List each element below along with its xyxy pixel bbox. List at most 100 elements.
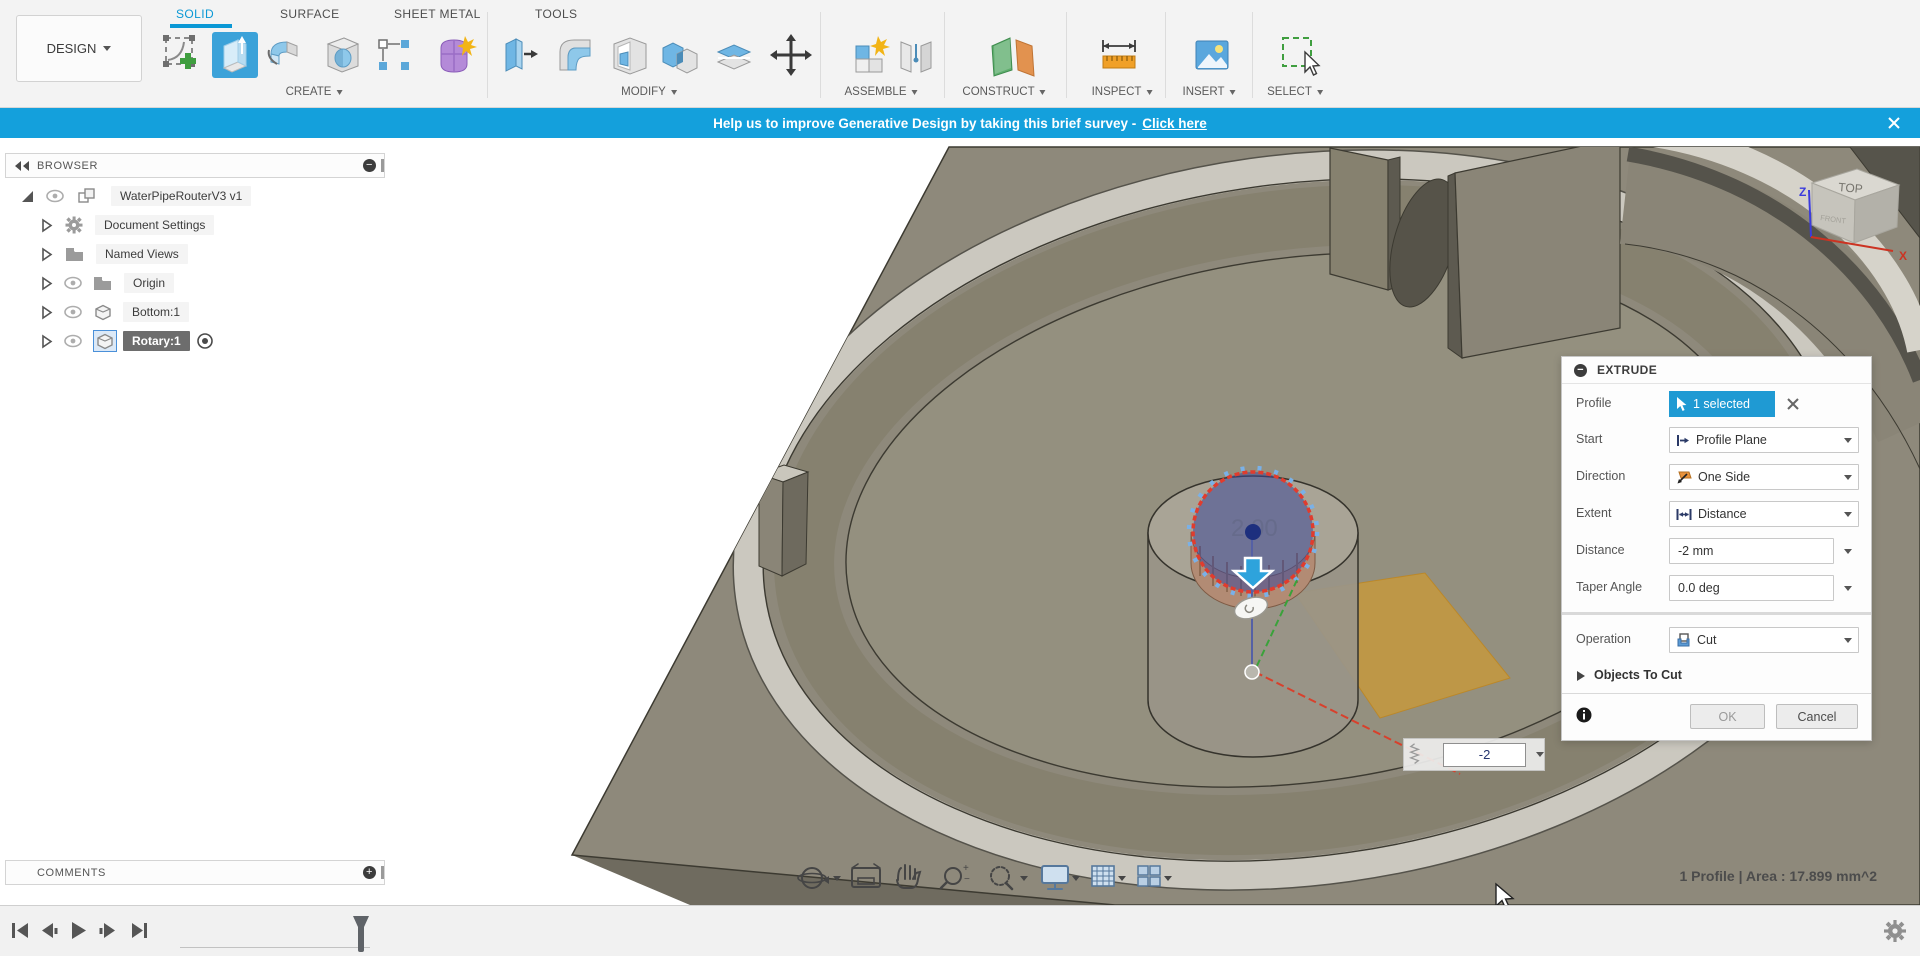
start-select[interactable]: Profile Plane	[1669, 427, 1859, 453]
play-button[interactable]	[72, 922, 86, 939]
tab-solid[interactable]: SOLID	[176, 4, 214, 24]
tree-label[interactable]: Bottom:1	[123, 302, 190, 322]
dimension-dropdown-icon[interactable]	[1536, 752, 1544, 757]
profile-plane-icon	[1677, 434, 1689, 446]
extent-label: Extent	[1576, 506, 1612, 520]
group-select[interactable]: SELECT	[1267, 84, 1323, 100]
tree-row-root[interactable]: WaterPipeRouterV3 v1	[20, 183, 252, 209]
tree-label[interactable]: Origin	[124, 273, 175, 293]
info-icon[interactable]	[1576, 707, 1592, 723]
clear-selection-icon[interactable]	[1786, 397, 1800, 411]
insert-image-icon[interactable]	[1189, 32, 1235, 78]
dialog-collapse-button[interactable]: −	[1574, 363, 1587, 377]
group-modify[interactable]: MODIFY	[621, 84, 677, 100]
collapsed-arrow-icon[interactable]	[40, 304, 53, 320]
rectangular-pattern-icon[interactable]	[371, 32, 417, 78]
eye-visible-icon[interactable]	[63, 334, 83, 348]
tree-row-document-settings[interactable]: Document Settings	[40, 212, 215, 238]
collapsed-arrow-icon[interactable]	[40, 217, 53, 233]
tree-label[interactable]: Rotary:1	[123, 331, 190, 351]
extrude-icon[interactable]	[212, 32, 258, 78]
drag-handle-icon[interactable]	[1408, 742, 1421, 768]
combine-icon[interactable]	[657, 32, 703, 78]
tree-label[interactable]: WaterPipeRouterV3 v1	[111, 186, 252, 206]
distance-dropdown-icon[interactable]	[1844, 549, 1852, 554]
comments-expand-button[interactable]: +	[363, 866, 376, 879]
dimension-input[interactable]: -2	[1443, 742, 1526, 767]
tab-sheet-metal[interactable]: SHEET METAL	[394, 4, 481, 24]
comments-header[interactable]: COMMENTS +	[5, 860, 385, 885]
move-copy-icon[interactable]	[768, 32, 814, 78]
group-inspect[interactable]: INSPECT	[1092, 84, 1153, 100]
step-back-button[interactable]	[42, 923, 58, 938]
close-icon[interactable]	[1886, 115, 1902, 131]
ok-button[interactable]: OK	[1690, 704, 1765, 729]
tab-surface[interactable]: SURFACE	[280, 4, 339, 24]
comments-drag-grip[interactable]	[381, 866, 384, 879]
profile-label: Profile	[1576, 396, 1612, 410]
banner-link[interactable]: Click here	[1142, 116, 1207, 131]
tree-row-rotary[interactable]: Rotary:1	[40, 328, 214, 354]
measure-icon[interactable]	[1096, 32, 1142, 78]
browser-header[interactable]: BROWSER −	[5, 153, 385, 178]
direction-row: Direction One Side	[1562, 464, 1871, 492]
taper-dropdown-icon[interactable]	[1844, 586, 1852, 591]
ribbon-toolbar: DESIGN SOLID SURFACE SHEET METAL TOOLS C…	[0, 0, 1920, 108]
extent-select[interactable]: Distance	[1669, 501, 1859, 527]
toolbar-separator	[487, 12, 488, 98]
expanded-arrow-icon[interactable]	[20, 189, 35, 204]
group-insert[interactable]: INSERT	[1183, 84, 1236, 100]
operation-select[interactable]: Cut	[1669, 627, 1859, 653]
objects-to-cut-row[interactable]: Objects To Cut	[1562, 663, 1871, 691]
new-component-icon[interactable]	[848, 32, 894, 78]
taper-angle-input[interactable]: 0.0 deg	[1669, 575, 1834, 601]
tree-row-origin[interactable]: Origin	[40, 270, 175, 296]
eye-visible-icon[interactable]	[45, 189, 65, 203]
cancel-button[interactable]: Cancel	[1776, 704, 1858, 729]
create-sketch-icon[interactable]	[158, 32, 204, 78]
timeline-playhead[interactable]	[351, 914, 371, 954]
go-to-start-button[interactable]	[12, 923, 28, 938]
browser-minimize-button[interactable]: −	[363, 159, 376, 172]
collapse-panel-icon[interactable]	[14, 160, 30, 172]
tree-label[interactable]: Named Views	[96, 244, 188, 264]
timeline-playback	[12, 922, 147, 939]
create-form-icon[interactable]	[431, 32, 477, 78]
offset-face-icon[interactable]	[710, 32, 756, 78]
chevron-down-icon	[1146, 89, 1153, 95]
direction-select[interactable]: One Side	[1669, 464, 1859, 490]
collapsed-arrow-icon[interactable]	[40, 333, 53, 349]
fillet-icon[interactable]	[552, 32, 598, 78]
toolbar-separator	[1066, 12, 1067, 98]
step-forward-button[interactable]	[99, 923, 116, 938]
construction-plane-icon[interactable]	[982, 32, 1044, 78]
profile-selection-chip[interactable]: 1 selected	[1669, 391, 1775, 417]
revolve-icon[interactable]	[263, 32, 309, 78]
group-assemble[interactable]: ASSEMBLE	[845, 84, 918, 100]
activate-component-radio[interactable]	[196, 332, 214, 350]
group-create[interactable]: CREATE	[286, 84, 343, 100]
shell-icon[interactable]	[606, 32, 652, 78]
press-pull-icon[interactable]	[496, 32, 542, 78]
tree-row-named-views[interactable]: Named Views	[40, 241, 188, 267]
eye-visible-icon[interactable]	[63, 276, 83, 290]
timeline-settings-gear-icon[interactable]	[1883, 919, 1907, 943]
joint-icon[interactable]	[893, 32, 939, 78]
dialog-header[interactable]: − EXTRUDE	[1562, 357, 1871, 384]
tab-tools[interactable]: TOOLS	[535, 4, 577, 24]
browser-drag-grip[interactable]	[381, 159, 384, 172]
hole-icon[interactable]	[320, 32, 366, 78]
grid-and-snaps-icon[interactable]	[1091, 865, 1115, 887]
select-window-icon[interactable]	[1277, 32, 1323, 78]
collapsed-arrow-icon[interactable]	[40, 246, 53, 262]
viewcube-top-label[interactable]: TOP	[1838, 180, 1864, 196]
design-workspace-menu[interactable]: DESIGN	[16, 15, 142, 82]
eye-visible-icon[interactable]	[63, 305, 83, 319]
distance-input[interactable]: -2 mm	[1669, 538, 1834, 564]
collapsed-arrow-icon[interactable]	[40, 275, 53, 291]
tree-row-bottom[interactable]: Bottom:1	[40, 299, 190, 325]
disclosure-arrow-icon[interactable]	[1576, 670, 1586, 682]
group-construct[interactable]: CONSTRUCT	[962, 84, 1046, 100]
go-to-end-button[interactable]	[132, 923, 147, 938]
tree-label[interactable]: Document Settings	[95, 215, 215, 235]
